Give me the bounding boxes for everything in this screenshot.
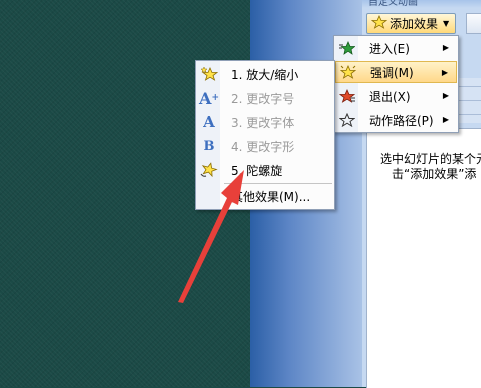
annotation-arrow xyxy=(178,170,244,303)
